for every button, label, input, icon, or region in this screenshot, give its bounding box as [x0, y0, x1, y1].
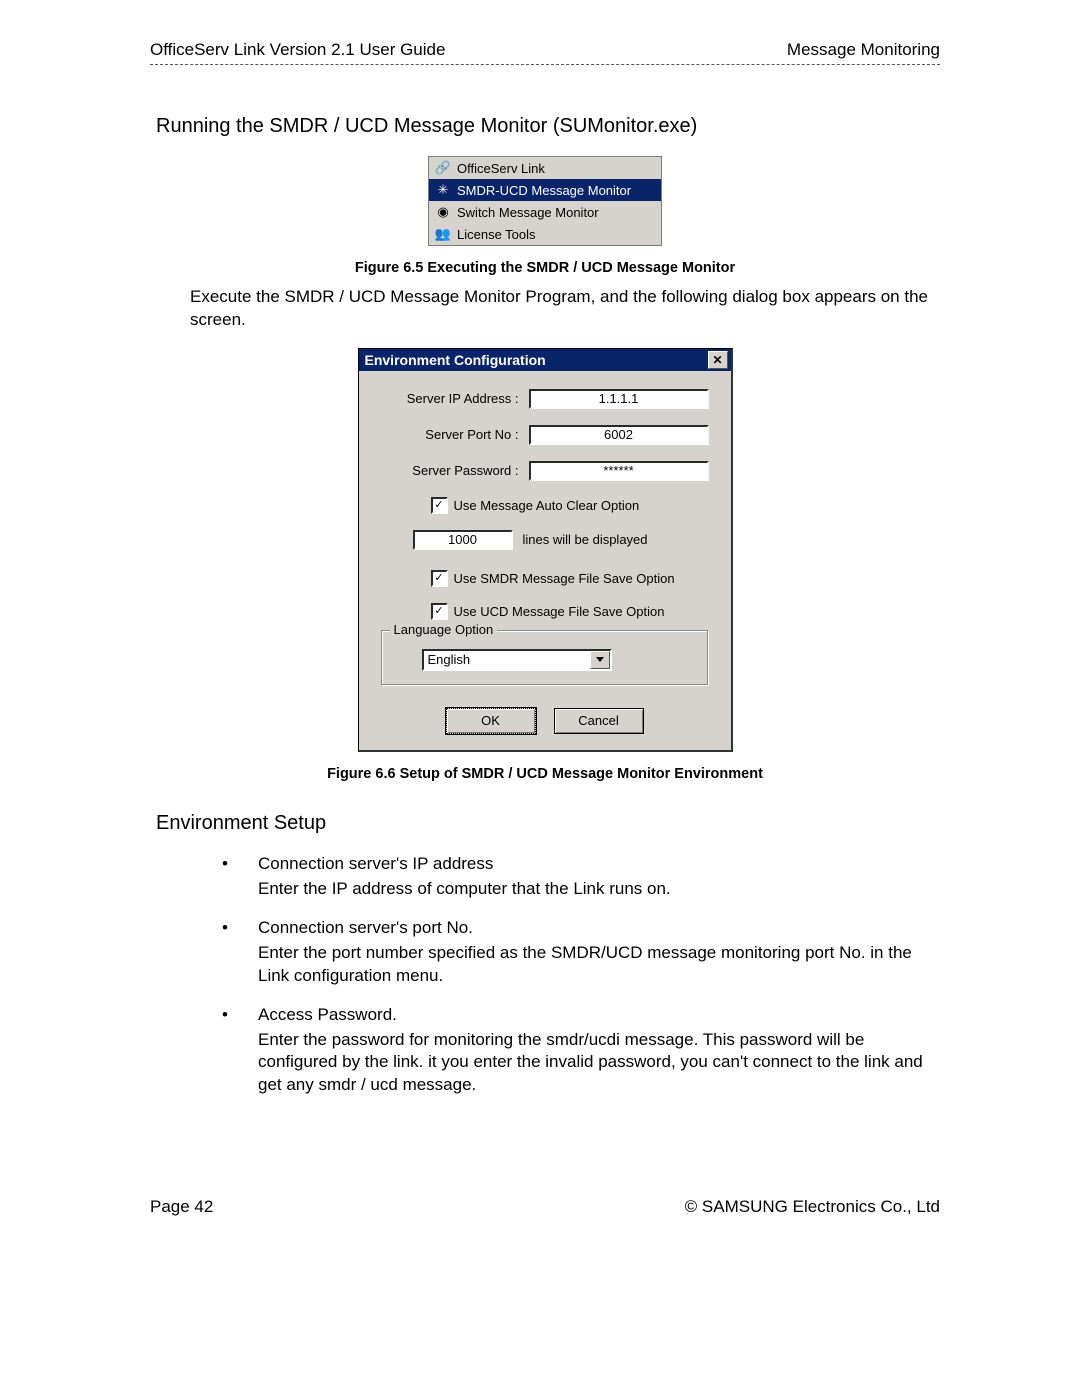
list-item-body: Enter the password for monitoring the sm… [258, 1029, 940, 1098]
password-label: Server Password : [381, 463, 529, 478]
start-menu-item-label: SMDR-UCD Message Monitor [457, 183, 631, 198]
start-menu-item-label: License Tools [457, 227, 536, 242]
start-menu-item[interactable]: 👥 License Tools [429, 223, 661, 245]
start-menu-item-selected[interactable]: ✳ SMDR-UCD Message Monitor [429, 179, 661, 201]
checkbox-smdr-save[interactable]: ✓ [431, 570, 448, 587]
list-item: • Connection server's IP address Enter t… [210, 853, 940, 901]
language-option-legend: Language Option [390, 622, 498, 637]
chevron-down-icon[interactable] [590, 651, 610, 669]
doc-title-left: OfficeServ Link Version 2.1 User Guide [150, 40, 445, 60]
target-icon: ◉ [435, 204, 451, 220]
port-label: Server Port No : [381, 427, 529, 442]
section-heading-env-setup: Environment Setup [156, 812, 940, 835]
lines-input[interactable] [413, 530, 513, 550]
section-heading-running: Running the SMDR / UCD Message Monitor (… [156, 115, 940, 138]
start-menu-item[interactable]: ◉ Switch Message Monitor [429, 201, 661, 223]
server-port-input[interactable] [529, 425, 709, 445]
server-password-input[interactable] [529, 461, 709, 481]
checkbox-smdr-save-label: Use SMDR Message File Save Option [454, 571, 675, 586]
asterisk-icon: ✳ [435, 182, 451, 198]
ip-label: Server IP Address : [381, 391, 529, 406]
env-config-dialog: Environment Configuration ✕ Server IP Ad… [358, 348, 733, 752]
list-item-head: Access Password. [258, 1005, 397, 1024]
dialog-title: Environment Configuration [365, 352, 546, 368]
start-menu-item-label: Switch Message Monitor [457, 205, 599, 220]
server-ip-input[interactable] [529, 389, 709, 409]
language-option-group: Language Option English [381, 630, 709, 686]
bullet-icon: • [222, 1004, 228, 1027]
link-icon: 🔗 [435, 160, 451, 176]
close-icon[interactable]: ✕ [708, 351, 728, 369]
cancel-button[interactable]: Cancel [554, 708, 644, 734]
start-menu: 🔗 OfficeServ Link ✳ SMDR-UCD Message Mon… [428, 156, 662, 246]
start-menu-item[interactable]: 🔗 OfficeServ Link [429, 157, 661, 179]
header-divider [150, 64, 940, 65]
copyright: © SAMSUNG Electronics Co., Ltd [685, 1197, 940, 1217]
list-item-body: Enter the port number specified as the S… [258, 942, 940, 988]
list-item: • Connection server's port No. Enter the… [210, 917, 940, 988]
dialog-titlebar[interactable]: Environment Configuration ✕ [359, 349, 731, 371]
checkbox-autoclear[interactable]: ✓ [431, 497, 448, 514]
lines-suffix-label: lines will be displayed [523, 532, 648, 547]
page-number: Page 42 [150, 1197, 213, 1217]
bullet-icon: • [222, 917, 228, 940]
list-item-head: Connection server's port No. [258, 918, 473, 937]
list-item-head: Connection server's IP address [258, 854, 493, 873]
list-item: • Access Password. Enter the password fo… [210, 1004, 940, 1098]
checkbox-ucd-save[interactable]: ✓ [431, 603, 448, 620]
start-menu-item-label: OfficeServ Link [457, 161, 545, 176]
language-select[interactable]: English [422, 649, 612, 671]
doc-title-right: Message Monitoring [787, 40, 940, 60]
ok-button[interactable]: OK [446, 708, 536, 734]
env-setup-list: • Connection server's IP address Enter t… [210, 853, 940, 1097]
list-item-body: Enter the IP address of computer that th… [258, 878, 940, 901]
bullet-icon: • [222, 853, 228, 876]
people-icon: 👥 [435, 226, 451, 242]
checkbox-ucd-save-label: Use UCD Message File Save Option [454, 604, 665, 619]
checkbox-autoclear-label: Use Message Auto Clear Option [454, 498, 640, 513]
figure-caption-6-5: Figure 6.5 Executing the SMDR / UCD Mess… [150, 260, 940, 276]
language-select-value: English [424, 651, 590, 669]
paragraph: Execute the SMDR / UCD Message Monitor P… [190, 286, 940, 332]
figure-caption-6-6: Figure 6.6 Setup of SMDR / UCD Message M… [150, 766, 940, 782]
